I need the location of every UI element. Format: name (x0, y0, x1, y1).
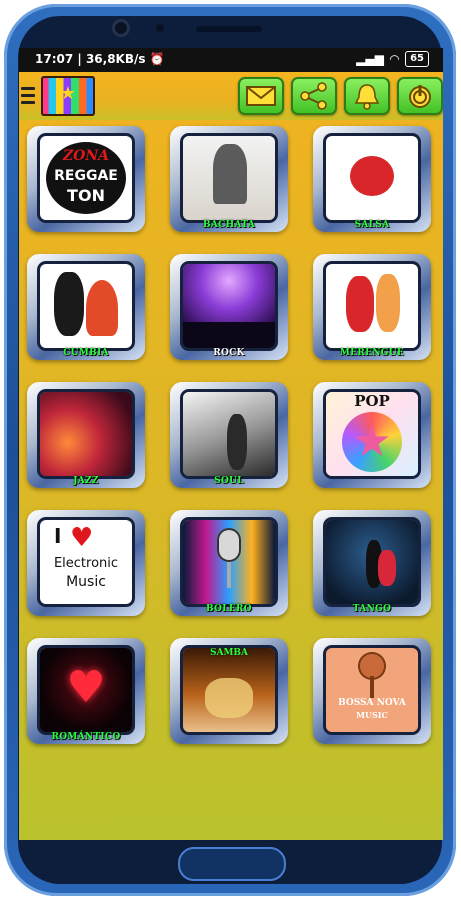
genre-tile-bachata[interactable]: BACHATA (170, 126, 288, 232)
genre-image-bachata (183, 136, 275, 220)
genre-image-jazz (40, 392, 132, 476)
proximity-sensor (156, 24, 164, 32)
genre-label-pop: POP (354, 392, 390, 410)
star-icon: ★ (59, 83, 77, 104)
notifications-button[interactable] (344, 77, 390, 115)
bossa-nova-line2: MUSIC (356, 710, 388, 720)
genre-tile-samba[interactable]: SAMBA (170, 638, 288, 744)
genre-label-soul: SOUL (214, 476, 244, 486)
star-icon: ★ (352, 416, 392, 467)
status-left: 17:07 | 36,8KB/s ⏰ (35, 52, 165, 66)
genre-tile-cumbia[interactable]: CUMBIA (27, 254, 145, 360)
signal-icon: ▂▄▆ (356, 52, 384, 66)
status-bar: 17:07 | 36,8KB/s ⏰ ▂▄▆ ◠ 65 (19, 48, 443, 72)
genre-tile-rock[interactable]: ROCK (170, 254, 288, 360)
genre-image-romantico: ♥ (40, 648, 132, 732)
genre-label-samba: SAMBA (209, 648, 249, 658)
genre-image-rock (183, 264, 275, 348)
genre-tile-soul[interactable]: SOUL (170, 382, 288, 488)
battery-indicator: 65 (405, 51, 429, 67)
genre-tile-bolero[interactable]: BOLERO (170, 510, 288, 616)
mail-icon (246, 86, 276, 106)
genre-grid: ZONA REGGAE TON BACHATA SALSA CUMBIA ROC… (19, 120, 443, 840)
genre-image-samba (183, 648, 275, 732)
genre-tile-electronic[interactable]: I ♥ Electronic Music (27, 510, 145, 616)
genre-tile-tango[interactable]: TANGO (313, 510, 431, 616)
bossa-nova-line1: BOSSA NOVA (338, 698, 406, 708)
genre-label-romantico: ROMÁNTICO (51, 732, 121, 742)
home-button[interactable] (178, 847, 286, 881)
genre-tile-salsa[interactable]: SALSA (313, 126, 431, 232)
genre-tile-pop[interactable]: ★ POP (313, 382, 431, 488)
electronic-word-text: Electronic (53, 556, 119, 571)
app-screen: 17:07 | 36,8KB/s ⏰ ▂▄▆ ◠ 65 ★ ZONA REGGA… (19, 48, 443, 840)
share-button[interactable] (291, 77, 337, 115)
mail-button[interactable] (238, 77, 284, 115)
genre-label-merengue: MERENGUE (339, 348, 405, 358)
genre-image-electronic: I ♥ Electronic Music (40, 520, 132, 604)
reggaeton-bot-text: TON (67, 186, 105, 205)
genre-image-cumbia (40, 264, 132, 348)
status-time: 17:07 (35, 52, 74, 66)
power-icon (409, 85, 431, 108)
power-button[interactable] (397, 77, 443, 115)
heart-icon: ♥ (70, 523, 94, 553)
genre-label-tango: TANGO (352, 604, 392, 614)
genre-tile-romantico[interactable]: ♥ ROMÁNTICO (27, 638, 145, 744)
genre-image-merengue (326, 264, 418, 348)
genre-label-jazz: JAZZ (73, 476, 99, 486)
genre-image-bolero (183, 520, 275, 604)
bell-icon (354, 84, 380, 110)
share-icon (300, 82, 327, 110)
genre-image-tango (326, 520, 418, 604)
reggaeton-top-text: ZONA (62, 148, 110, 164)
electronic-i-text: I (54, 524, 62, 548)
genre-image-soul (183, 392, 275, 476)
genre-label-rock: ROCK (213, 348, 245, 358)
heart-icon: ♥ (66, 662, 106, 713)
genre-image-reggaeton: ZONA REGGAE TON (40, 136, 132, 220)
genre-label-salsa: SALSA (354, 220, 390, 230)
alarm-icon: ⏰ (149, 52, 165, 66)
wifi-icon: ◠ (389, 52, 400, 66)
status-speed: 36,8KB/s (85, 52, 146, 66)
genre-tile-bossa-nova[interactable]: BOSSA NOVA MUSIC (313, 638, 431, 744)
genre-image-salsa (326, 136, 418, 220)
genre-tile-merengue[interactable]: MERENGUE (313, 254, 431, 360)
genre-image-bossa-nova: BOSSA NOVA MUSIC (326, 648, 418, 732)
status-right: ▂▄▆ ◠ 65 (356, 51, 429, 67)
hamburger-menu-icon[interactable] (21, 82, 35, 108)
genre-label-bachata: BACHATA (202, 220, 256, 230)
genre-tile-reggaeton[interactable]: ZONA REGGAE TON (27, 126, 145, 232)
front-camera (115, 22, 127, 34)
earpiece-speaker (196, 26, 262, 32)
genre-tile-jazz[interactable]: JAZZ (27, 382, 145, 488)
app-toolbar: ★ (19, 72, 443, 120)
genre-label-cumbia: CUMBIA (63, 348, 109, 358)
app-logo: ★ (41, 76, 95, 116)
genre-label-bolero: BOLERO (206, 604, 252, 614)
music-word-text: Music (66, 574, 106, 590)
reggaeton-mid-text: REGGAE (54, 168, 118, 184)
